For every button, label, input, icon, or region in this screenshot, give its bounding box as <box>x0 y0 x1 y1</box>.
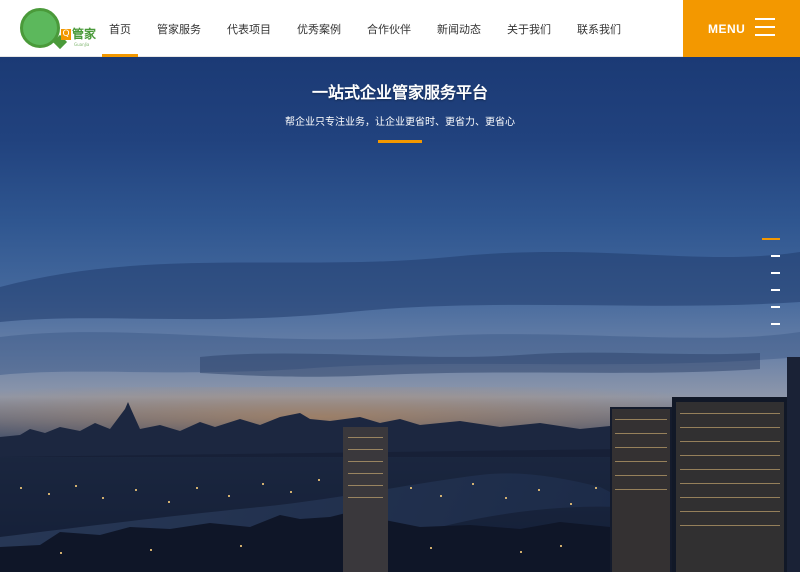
slide-indicator-2[interactable] <box>771 255 780 257</box>
site-header: Q 管家 GuanJia 首页 管家服务 代表项目 优秀案例 合作伙伴 新闻动态… <box>0 0 800 57</box>
site-logo[interactable]: Q 管家 GuanJia <box>17 5 103 53</box>
menu-button[interactable]: MENU <box>683 0 800 57</box>
slide-indicator-4[interactable] <box>771 289 780 291</box>
logo-brand-text: 管家 <box>72 27 97 41</box>
nav-item-news[interactable]: 新闻动态 <box>424 0 494 57</box>
nav-item-projects[interactable]: 代表项目 <box>214 0 284 57</box>
nav-item-cases[interactable]: 优秀案例 <box>284 0 354 57</box>
logo-brand-subtext: GuanJia <box>74 42 90 47</box>
menu-label: MENU <box>708 21 746 36</box>
nav-item-contact[interactable]: 联系我们 <box>564 0 634 57</box>
nav-item-services[interactable]: 管家服务 <box>144 0 214 57</box>
slide-indicator-1[interactable] <box>762 238 780 240</box>
logo-badge: Q <box>61 29 71 40</box>
slide-indicator-5[interactable] <box>771 306 780 308</box>
hero-title: 一站式企业管家服务平台 <box>311 83 488 102</box>
hamburger-icon <box>755 18 775 36</box>
hero-subtitle: 帮企业只专注业务，让企业更省时、更省力、更省心 <box>285 117 515 128</box>
nav-item-partners[interactable]: 合作伙伴 <box>354 0 424 57</box>
hero-banner: 一站式企业管家服务平台 帮企业只专注业务，让企业更省时、更省力、更省心 <box>0 57 800 572</box>
main-nav: 首页 管家服务 代表项目 优秀案例 合作伙伴 新闻动态 关于我们 联系我们 <box>96 0 634 57</box>
nav-item-home[interactable]: 首页 <box>96 0 144 57</box>
city-skyline-image <box>0 252 800 572</box>
hero-title-underline <box>378 140 422 143</box>
nav-item-about[interactable]: 关于我们 <box>494 0 564 57</box>
slide-indicator-3[interactable] <box>771 272 780 274</box>
slide-indicator-6[interactable] <box>771 323 780 325</box>
